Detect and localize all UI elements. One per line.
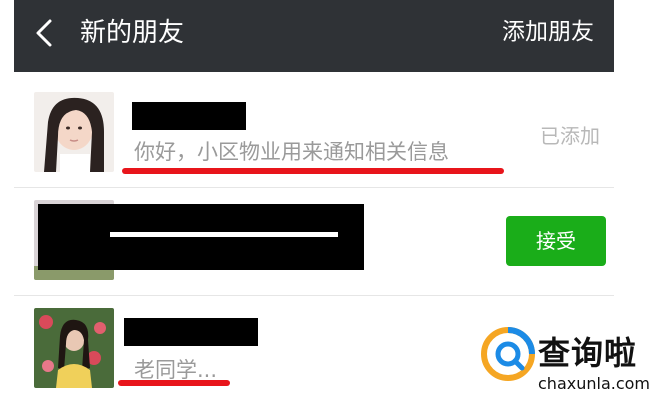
request-message: 你好，小区物业用来通知相关信息: [134, 140, 449, 164]
redacted-name: [132, 102, 246, 130]
magnifier-logo-icon: [476, 322, 546, 392]
top-nav-bar: 新的朋友 添加朋友: [14, 0, 614, 72]
friend-request-row[interactable]: 你好，小区物业用来通知相关信息 已添加: [14, 78, 614, 186]
friend-request-row[interactable]: 接受: [14, 188, 614, 294]
red-underline-annotation: [122, 168, 504, 174]
avatar: [34, 92, 114, 172]
watermark: 查询啦 chaxunla.com: [476, 318, 652, 408]
avatar: [34, 308, 114, 388]
redacted-name-and-message: [38, 204, 364, 270]
watermark-brand: 查询啦: [538, 334, 638, 372]
watermark-domain: chaxunla.com: [538, 374, 650, 393]
add-friend-button[interactable]: 添加朋友: [502, 16, 594, 48]
red-underline-annotation: [118, 380, 230, 386]
redacted-name: [124, 318, 258, 346]
status-added-label: 已添加: [540, 124, 600, 148]
accept-button[interactable]: 接受: [506, 216, 606, 266]
chevron-left-icon[interactable]: [32, 18, 58, 48]
redaction-gap-line: [110, 232, 338, 237]
page-title: 新的朋友: [80, 18, 185, 48]
